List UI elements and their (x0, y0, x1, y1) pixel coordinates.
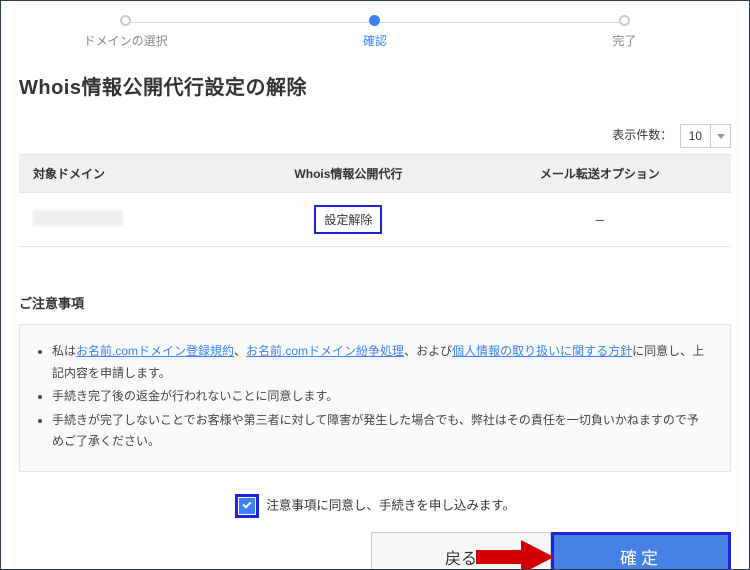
text: 、 (234, 344, 246, 358)
step-label: 完了 (612, 32, 636, 49)
table-row: 設定解除 ─ (19, 193, 731, 247)
link-dispute[interactable]: お名前.comドメイン紛争処理 (246, 344, 404, 358)
text: 私は (52, 344, 76, 358)
step-circle-icon (369, 15, 380, 26)
link-terms[interactable]: お名前.comドメイン登録規約 (76, 344, 234, 358)
notes-item: 私はお名前.comドメイン登録規約、お名前.comドメイン紛争処理、および個人情… (52, 341, 710, 384)
notes-item: 手続きが完了しないことでお客様や第三者に対して障害が発生した場合でも、弊社はその… (52, 410, 710, 453)
notes-item: 手続き完了後の返金が行われないことに同意します。 (52, 386, 710, 408)
cell-domain (19, 193, 228, 247)
step-complete: 完了 (500, 15, 749, 49)
chevron-down-icon (710, 125, 730, 147)
step-circle-icon (619, 15, 630, 26)
agree-checkbox[interactable] (235, 494, 259, 518)
back-button[interactable]: 戻る (371, 532, 551, 570)
main-content: Whois情報公開代行設定の解除 表示件数： 10 対象ドメイン Whois情報… (1, 71, 749, 518)
page-title: Whois情報公開代行設定の解除 (19, 71, 731, 100)
link-privacy[interactable]: 個人情報の取り扱いに関する方針 (452, 344, 632, 358)
step-label: 確認 (363, 32, 387, 49)
cell-whois: 設定解除 (228, 193, 469, 247)
display-count-value: 10 (681, 125, 710, 147)
submit-button[interactable]: 確定 (551, 532, 731, 570)
step-label: ドメインの選択 (84, 32, 168, 49)
domain-table: 対象ドメイン Whois情報公開代行 メール転送オプション 設定解除 ─ (19, 154, 731, 247)
display-count-row: 表示件数： 10 (19, 124, 731, 148)
col-domain: 対象ドメイン (19, 155, 228, 193)
checkbox-checked-icon (239, 498, 255, 514)
step-confirm: 確認 (250, 15, 499, 49)
agree-row: 注意事項に同意し、手続きを申し込みます。 (19, 494, 731, 518)
agree-label: 注意事項に同意し、手続きを申し込みます。 (266, 498, 515, 512)
step-circle-icon (120, 15, 131, 26)
text: 、および (404, 344, 452, 358)
table-header-row: 対象ドメイン Whois情報公開代行 メール転送オプション (19, 155, 731, 193)
page-container: ドメインの選択 確認 完了 Whois情報公開代行設定の解除 表示件数： 10 … (0, 0, 750, 570)
notes-heading: ご注意事項 (19, 293, 731, 312)
notes-box: 私はお名前.comドメイン登録規約、お名前.comドメイン紛争処理、および個人情… (19, 324, 731, 472)
progress-stepper: ドメインの選択 確認 完了 (1, 1, 749, 59)
cell-mail: ─ (469, 193, 731, 247)
col-mail: メール転送オプション (469, 155, 731, 193)
display-count-label: 表示件数： (612, 128, 672, 142)
status-badge: 設定解除 (314, 205, 382, 234)
domain-redacted (33, 210, 123, 226)
button-row: 戻る 確定 (1, 532, 749, 570)
col-whois: Whois情報公開代行 (228, 155, 469, 193)
step-select-domain: ドメインの選択 (1, 15, 250, 49)
display-count-select[interactable]: 10 (680, 124, 731, 148)
